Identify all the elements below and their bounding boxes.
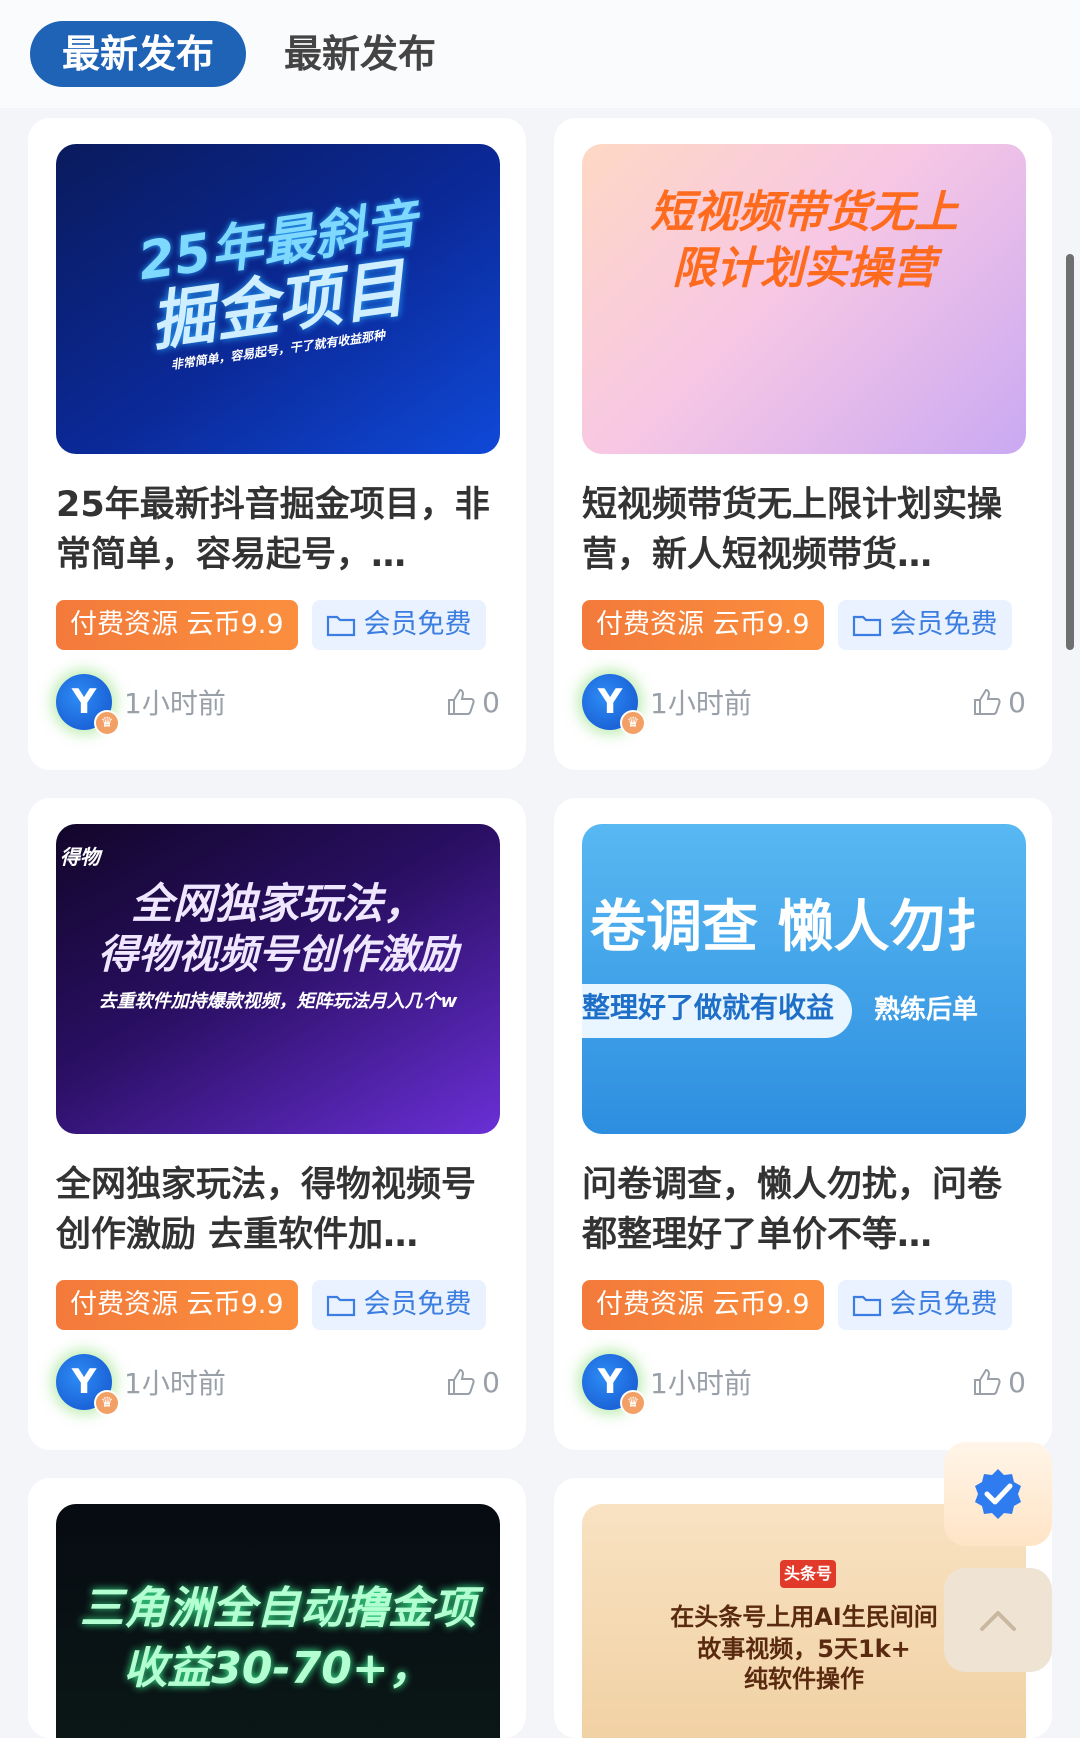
- member-free-label: 会员免费: [363, 1289, 472, 1320]
- like-count: 0: [482, 1365, 500, 1399]
- card-meta: Y ♛ 1小时前 0: [56, 672, 500, 736]
- crown-badge-icon: ♛: [94, 1390, 120, 1416]
- card-title[interactable]: 全网独家玩法，得物视频号创作激励 去重软件加…: [56, 1160, 500, 1260]
- card-tags: 付费资源 云币9.9 会员免费: [582, 600, 1026, 650]
- card-title[interactable]: 25年最新抖音掘金项目，非常简单，容易起号，…: [56, 480, 500, 580]
- avatar-letter: Y: [597, 1362, 623, 1402]
- top-tab-bar: 最新发布 最新发布: [0, 0, 1080, 108]
- scrollbar[interactable]: [1066, 254, 1074, 650]
- thumbnail-text: 得物视频号创作激励: [98, 932, 458, 978]
- resource-card[interactable]: 三角洲全自动撸金项 收益30-70+，: [28, 1478, 526, 1738]
- resource-card[interactable]: 短视频带货无上 限计划实操营 短视频带货无上限计划实操营，新人短视频带货… 付费…: [554, 118, 1052, 770]
- like-button[interactable]: 0: [446, 1366, 500, 1399]
- member-free-label: 会员免费: [889, 1289, 998, 1320]
- card-thumbnail[interactable]: 短视频带货无上 限计划实操营: [582, 144, 1026, 454]
- card-title[interactable]: 短视频带货无上限计划实操营，新人短视频带货…: [582, 480, 1026, 580]
- post-time: 1小时前: [124, 1367, 226, 1400]
- paid-resource-tag: 付费资源 云币9.9: [56, 600, 298, 650]
- thumbnail-text: 去重软件加持爆款视频，矩阵玩法月入几个w: [98, 991, 458, 1012]
- member-free-tag: 会员免费: [837, 600, 1012, 650]
- folder-icon: [326, 1295, 355, 1317]
- verified-check-icon: [975, 1469, 1021, 1519]
- avatar[interactable]: Y ♛: [56, 674, 120, 736]
- thumbnail-text: 收益30-70+，: [123, 1643, 433, 1694]
- thumbnail-text: 全网独家玩法，: [130, 879, 425, 928]
- card-tags: 付费资源 云币9.9 会员免费: [56, 600, 500, 650]
- paid-resource-tag: 付费资源 云币9.9: [582, 1280, 824, 1330]
- resource-card[interactable]: 25年最斜音 掘金项目 非常简单，容易起号，干了就有收益那种 25年最新抖音掘金…: [28, 118, 526, 770]
- resource-card[interactable]: 卷调查 懒人勿扌 整理好了做就有收益 熟练后单 问卷调查，懒人勿扰，问卷都整理好…: [554, 798, 1052, 1450]
- member-free-tag: 会员免费: [837, 1280, 1012, 1330]
- avatar-letter: Y: [71, 1362, 97, 1402]
- like-count: 0: [1008, 685, 1026, 719]
- resource-card[interactable]: 得物 全网独家玩法， 得物视频号创作激励 去重软件加持爆款视频，矩阵玩法月入几个…: [28, 798, 526, 1450]
- member-free-label: 会员免费: [889, 609, 998, 640]
- thumbnail-text: 卷调查 懒人勿扌: [590, 895, 1002, 960]
- paid-resource-tag: 付费资源 云币9.9: [582, 600, 824, 650]
- card-thumbnail[interactable]: 得物 全网独家玩法， 得物视频号创作激励 去重软件加持爆款视频，矩阵玩法月入几个…: [56, 824, 500, 1134]
- post-time: 1小时前: [650, 687, 752, 720]
- thumbs-up-icon: [974, 688, 1001, 715]
- like-count: 0: [1008, 1365, 1026, 1399]
- card-tags: 付费资源 云币9.9 会员免费: [56, 1280, 500, 1330]
- folder-icon: [852, 1295, 881, 1317]
- card-meta: Y ♛ 1小时前 0: [582, 672, 1026, 736]
- chevron-up-icon: [980, 1611, 1016, 1631]
- like-button[interactable]: 0: [972, 1366, 1026, 1399]
- tab-latest-active[interactable]: 最新发布: [30, 21, 247, 87]
- thumbnail-text: 限计划实操营: [672, 243, 936, 294]
- avatar-letter: Y: [71, 682, 97, 722]
- card-meta: Y ♛ 1小时前 0: [582, 1352, 1026, 1416]
- card-thumbnail[interactable]: 卷调查 懒人勿扌 整理好了做就有收益 熟练后单: [582, 824, 1026, 1134]
- card-tags: 付费资源 云币9.9 会员免费: [582, 1280, 1026, 1330]
- thumbs-up-icon: [448, 688, 475, 715]
- card-thumbnail[interactable]: 三角洲全自动撸金项 收益30-70+，: [56, 1504, 500, 1738]
- card-meta: Y ♛ 1小时前 0: [56, 1352, 500, 1416]
- like-button[interactable]: 0: [446, 686, 500, 719]
- crown-badge-icon: ♛: [620, 710, 646, 736]
- thumbs-up-icon: [448, 1368, 475, 1395]
- avatar[interactable]: Y ♛: [56, 1354, 120, 1416]
- thumbnail-text: 熟练后单: [874, 995, 979, 1025]
- crown-badge-icon: ♛: [94, 710, 120, 736]
- thumbnail-text: 得物: [60, 845, 100, 869]
- avatar[interactable]: Y ♛: [582, 1354, 646, 1416]
- resource-grid: 25年最斜音 掘金项目 非常简单，容易起号，干了就有收益那种 25年最新抖音掘金…: [28, 118, 1052, 1738]
- like-count: 0: [482, 685, 500, 719]
- member-free-tag: 会员免费: [311, 600, 486, 650]
- paid-resource-tag: 付费资源 云币9.9: [56, 1280, 298, 1330]
- member-free-tag: 会员免费: [311, 1280, 486, 1330]
- folder-icon: [326, 615, 355, 637]
- crown-badge-icon: ♛: [620, 1390, 646, 1416]
- avatar[interactable]: Y ♛: [582, 674, 646, 736]
- thumbnail-text: 整理好了做就有收益: [582, 991, 835, 1024]
- thumbnail-brand-tag: 头条号: [780, 1560, 836, 1588]
- thumbs-up-icon: [974, 1368, 1001, 1395]
- like-button[interactable]: 0: [972, 686, 1026, 719]
- avatar-letter: Y: [597, 682, 623, 722]
- folder-icon: [852, 615, 881, 637]
- post-time: 1小时前: [650, 1367, 752, 1400]
- card-thumbnail[interactable]: 25年最斜音 掘金项目 非常简单，容易起号，干了就有收益那种: [56, 144, 500, 454]
- verified-float-button[interactable]: [944, 1442, 1052, 1546]
- member-free-label: 会员免费: [363, 609, 472, 640]
- post-time: 1小时前: [124, 687, 226, 720]
- thumbnail-text: 短视频带货无上: [650, 187, 958, 238]
- thumbnail-text: 三角洲全自动撸金项: [80, 1583, 476, 1634]
- back-to-top-button[interactable]: [944, 1568, 1052, 1672]
- tab-latest[interactable]: 最新发布: [284, 21, 436, 87]
- card-title[interactable]: 问卷调查，懒人勿扰，问卷都整理好了单价不等…: [582, 1160, 1026, 1260]
